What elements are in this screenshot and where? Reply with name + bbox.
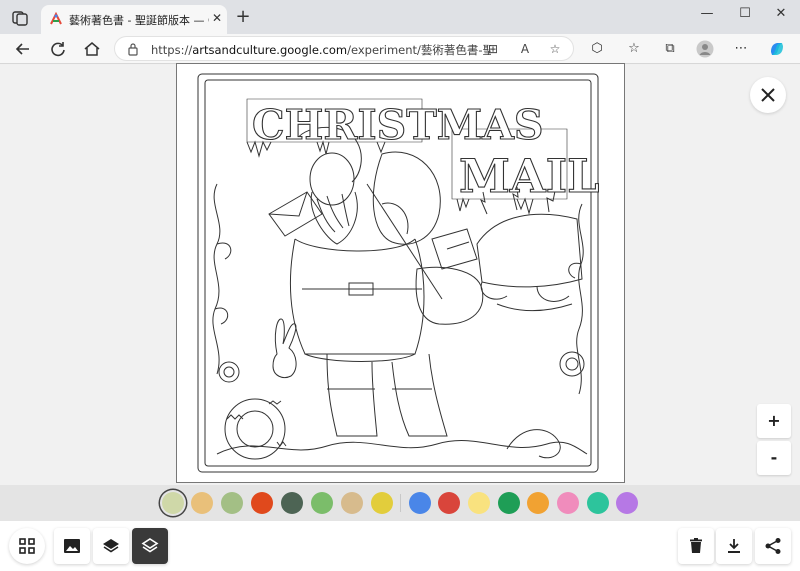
- download-button[interactable]: [716, 528, 752, 564]
- image-icon: [64, 539, 80, 553]
- address-bar[interactable]: https://artsandculture.google.com/experi…: [114, 36, 574, 61]
- share-button[interactable]: [755, 528, 791, 564]
- trash-icon: [690, 538, 702, 553]
- tabs-icon[interactable]: ⊞: [485, 41, 501, 57]
- browser-toolbar: https://artsandculture.google.com/experi…: [0, 34, 800, 64]
- color-swatch[interactable]: [527, 492, 549, 514]
- color-palette: [0, 485, 800, 521]
- color-swatch[interactable]: [281, 492, 303, 514]
- color-swatch[interactable]: [371, 492, 393, 514]
- tab-close-icon[interactable]: ✕: [211, 12, 223, 24]
- color-swatch[interactable]: [251, 492, 273, 514]
- url-path: /experiment/藝術著色書-聖誕...: [347, 43, 491, 57]
- outline-layer-button[interactable]: [132, 528, 168, 564]
- favorites-icon[interactable]: ☆: [625, 40, 643, 58]
- color-swatch[interactable]: [162, 492, 184, 514]
- color-swatch[interactable]: [311, 492, 333, 514]
- collections-icon[interactable]: ⧉: [661, 40, 679, 58]
- color-swatch[interactable]: [191, 492, 213, 514]
- color-swatch[interactable]: [468, 492, 490, 514]
- lock-icon[interactable]: [127, 42, 139, 56]
- color-swatch[interactable]: [557, 492, 579, 514]
- copilot-icon[interactable]: [768, 40, 786, 58]
- christmas-mail-line-art[interactable]: CHRISTMAS MAIL: [177, 64, 624, 482]
- url-host: artsandculture.google.com: [192, 43, 348, 57]
- arts-culture-favicon: [50, 12, 62, 25]
- url-text[interactable]: https://artsandculture.google.com/experi…: [151, 42, 491, 58]
- close-button[interactable]: [750, 77, 786, 113]
- home-icon[interactable]: [81, 38, 103, 60]
- artwork-title-line2: MAIL: [459, 149, 599, 203]
- tab-title: 藝術著色書 - 聖誕節版本 — Goo: [69, 14, 209, 27]
- window-close-button[interactable]: ✕: [766, 4, 796, 24]
- maximize-button[interactable]: ☐: [730, 4, 760, 24]
- menu-button[interactable]: [9, 528, 45, 564]
- browser-tab[interactable]: 藝術著色書 - 聖誕節版本 — Goo ✕: [41, 5, 227, 34]
- workspaces-icon[interactable]: [10, 8, 30, 28]
- layers-icon: [103, 539, 119, 553]
- share-icon: [765, 538, 781, 554]
- more-menu-icon[interactable]: ⋯: [732, 40, 750, 58]
- color-swatch[interactable]: [587, 492, 609, 514]
- minimize-button[interactable]: —: [692, 4, 722, 24]
- profile-avatar[interactable]: [696, 40, 714, 58]
- color-swatch[interactable]: [438, 492, 460, 514]
- bottom-toolbar: [0, 521, 800, 571]
- url-prefix: https://: [151, 43, 193, 57]
- refresh-icon[interactable]: [47, 38, 69, 60]
- color-swatch[interactable]: [221, 492, 243, 514]
- coloring-canvas[interactable]: CHRISTMAS MAIL: [176, 63, 625, 483]
- new-tab-button[interactable]: +: [233, 7, 253, 27]
- favorite-star-icon[interactable]: ☆: [547, 41, 563, 57]
- palette-divider: [400, 494, 401, 512]
- choose-image-button[interactable]: [54, 528, 90, 564]
- color-swatch[interactable]: [616, 492, 638, 514]
- delete-button[interactable]: [678, 528, 714, 564]
- download-icon: [728, 539, 740, 553]
- zoom-in-button[interactable]: +: [757, 404, 791, 438]
- artwork-title-line1: CHRISTMAS: [252, 101, 544, 149]
- tab-strip: 藝術著色書 - 聖誕節版本 — Goo ✕ + — ☐ ✕: [0, 0, 800, 34]
- read-aloud-icon[interactable]: A: [517, 41, 533, 57]
- color-swatch[interactable]: [409, 492, 431, 514]
- layers-outline-icon: [141, 538, 159, 553]
- grid-menu-icon: [19, 538, 35, 554]
- extensions-icon[interactable]: ⬡: [588, 40, 606, 58]
- color-swatch[interactable]: [498, 492, 520, 514]
- back-icon[interactable]: [12, 38, 34, 60]
- layers-button[interactable]: [93, 528, 129, 564]
- color-swatch[interactable]: [341, 492, 363, 514]
- close-icon: [761, 88, 775, 102]
- zoom-out-button[interactable]: -: [757, 441, 791, 475]
- coloring-page: CHRISTMAS MAIL + -: [0, 63, 800, 571]
